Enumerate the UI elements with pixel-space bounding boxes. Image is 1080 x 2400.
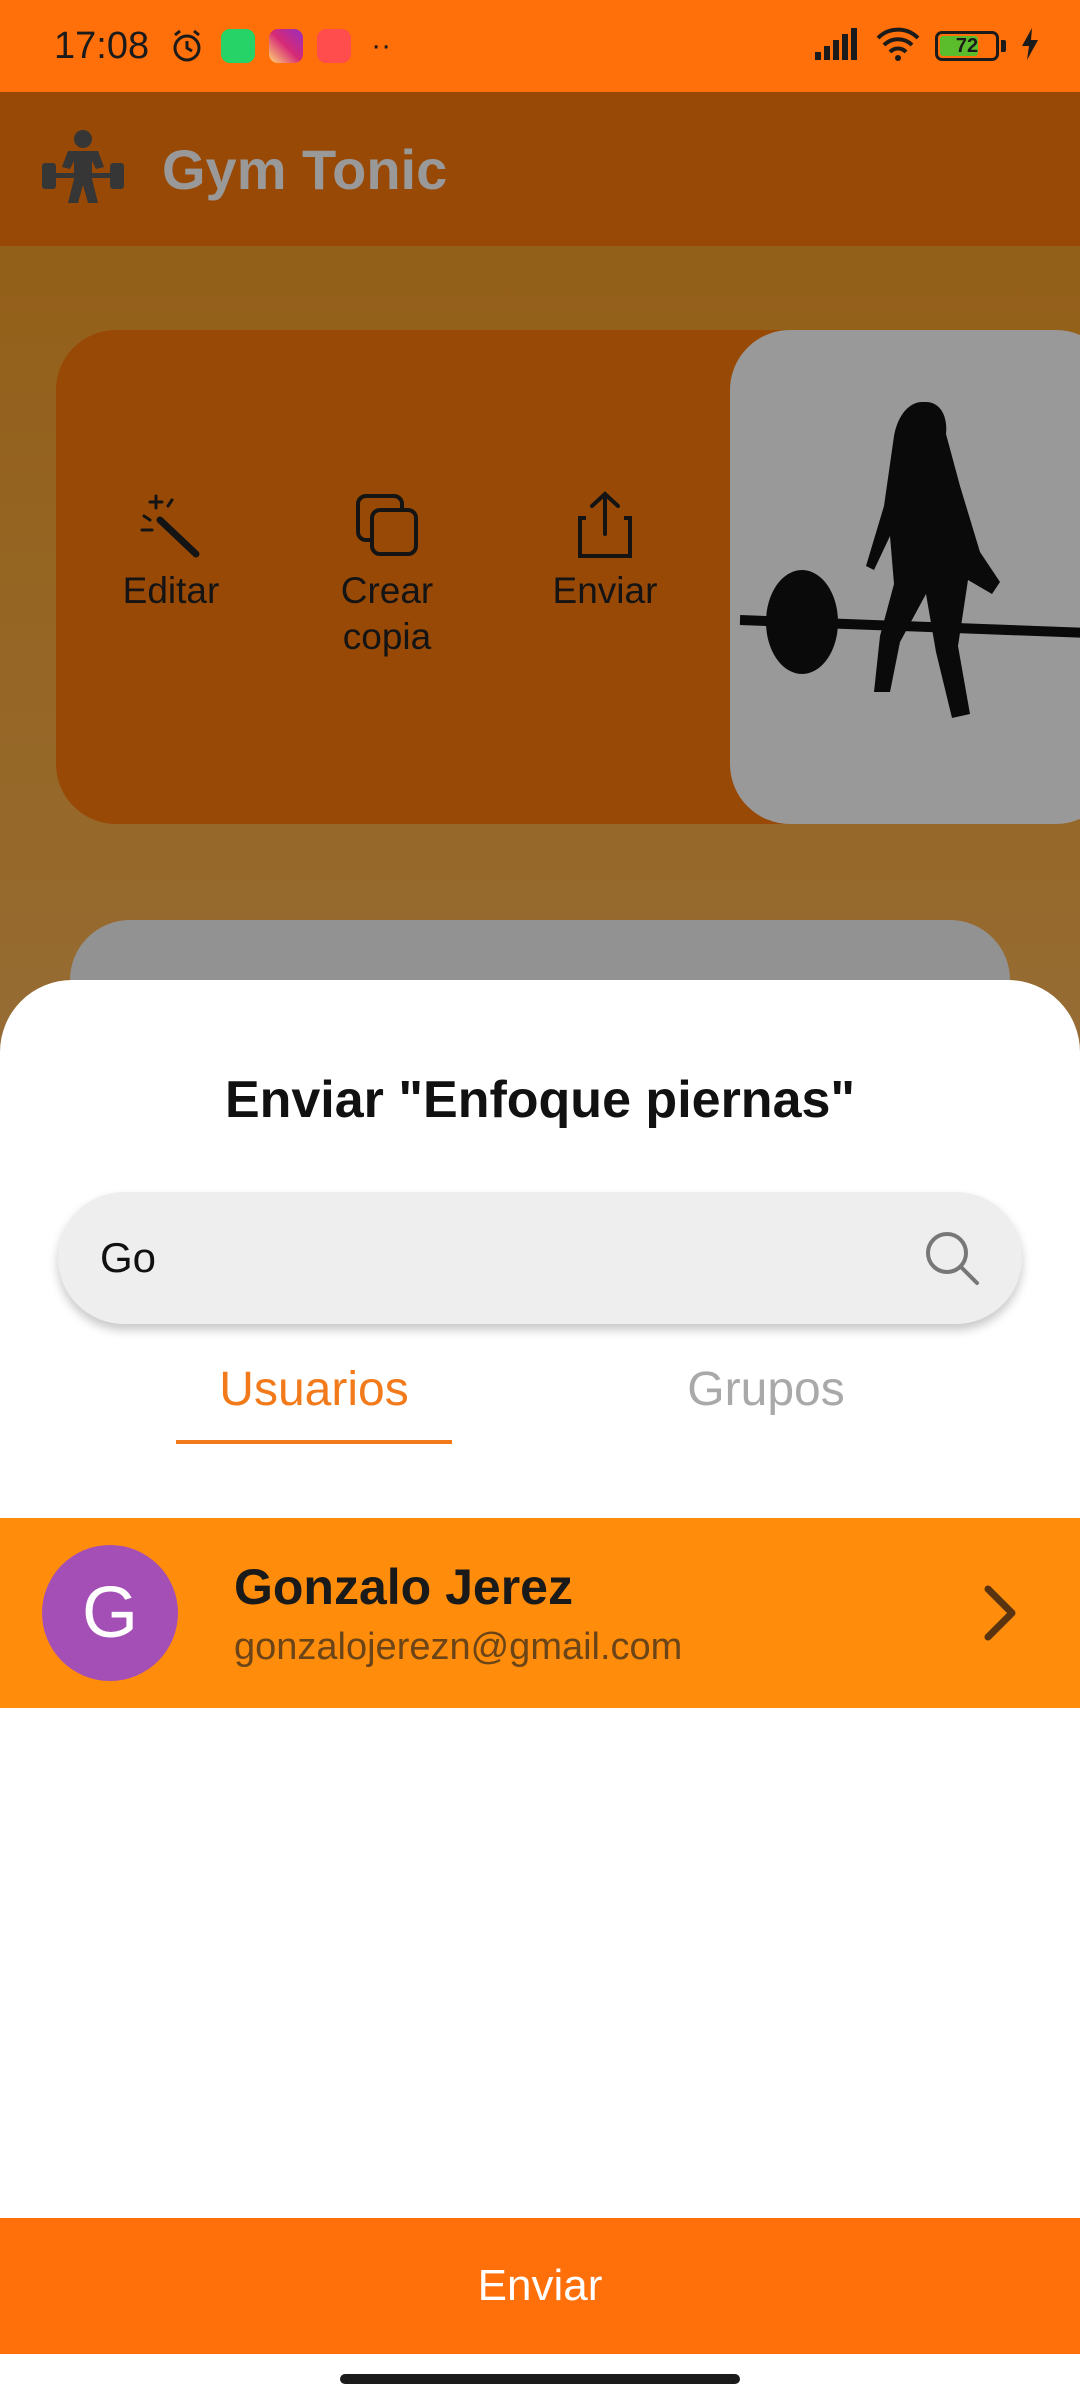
user-text: Gonzalo Jerez gonzalojerezn@gmail.com	[234, 1558, 682, 1669]
charging-icon	[1020, 27, 1040, 65]
search-box[interactable]	[58, 1192, 1022, 1324]
battery-icon: 72	[935, 31, 999, 61]
send-button[interactable]: Enviar	[0, 2218, 1080, 2354]
tab-grupos[interactable]: Grupos	[628, 1360, 904, 1444]
search-input[interactable]	[100, 1234, 922, 1282]
user-name: Gonzalo Jerez	[234, 1558, 573, 1615]
home-indicator[interactable]	[340, 2374, 740, 2384]
tab-usuarios[interactable]: Usuarios	[176, 1360, 452, 1444]
status-right: 72	[813, 26, 1040, 67]
status-time: 17:08	[54, 24, 150, 67]
battery-level: 72	[955, 34, 979, 57]
avatar: G	[42, 1545, 178, 1681]
alarm-icon	[167, 26, 207, 66]
send-bottom-sheet: Enviar "Enfoque piernas" Usuarios Grupos…	[0, 980, 1080, 2400]
screen: 17:08 ·· 72 Gym Tonic Editar Crear copia…	[0, 0, 1080, 2400]
wifi-icon	[875, 26, 921, 67]
user-email: gonzalojerezn@gmail.com	[234, 1625, 683, 1668]
search-icon[interactable]	[922, 1228, 982, 1288]
video-call-icon	[317, 29, 352, 63]
more-dots-icon: ··	[371, 29, 392, 62]
signal-icon	[813, 27, 861, 65]
user-result-row[interactable]: G Gonzalo Jerez gonzalojerezn@gmail.com	[0, 1518, 1080, 1708]
chevron-right-icon[interactable]	[980, 1581, 1020, 1645]
status-bar: 17:08 ·· 72	[0, 0, 1080, 92]
whatsapp-icon	[221, 29, 256, 63]
sheet-title: Enviar "Enfoque piernas"	[224, 1071, 856, 1129]
instagram-icon	[269, 29, 304, 63]
battery-tip	[1001, 40, 1006, 52]
